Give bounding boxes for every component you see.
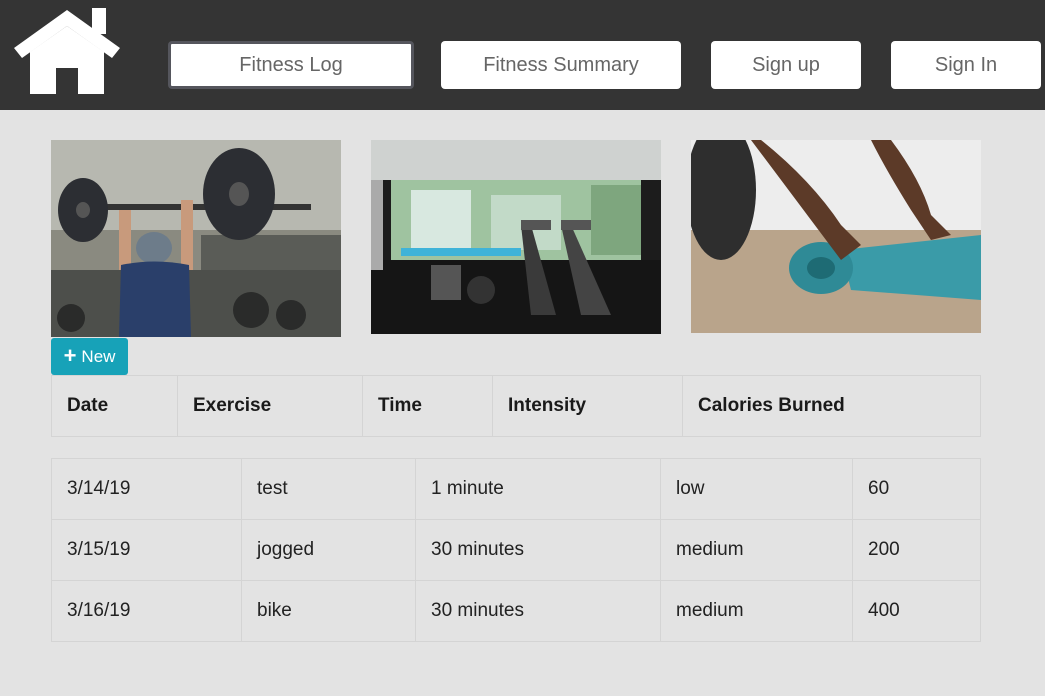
cell-time: 1 minute [415, 458, 661, 520]
new-entry-button[interactable]: + New [51, 338, 128, 375]
header-row: Date Exercise Time Intensity Calories Bu… [51, 375, 981, 437]
cell-intensity: medium [660, 580, 853, 642]
column-header-date: Date [51, 375, 178, 437]
column-header-exercise: Exercise [177, 375, 363, 437]
fitness-log-header-table: Date Exercise Time Intensity Calories Bu… [51, 375, 981, 437]
new-button-label: New [81, 346, 116, 366]
cell-intensity: low [660, 458, 853, 520]
plus-icon: + [63, 342, 77, 368]
cell-date: 3/14/19 [51, 458, 242, 520]
nav-fitness-summary-button[interactable]: Fitness Summary [441, 41, 681, 89]
nav-sign-up-button[interactable]: Sign up [711, 41, 861, 89]
column-header-calories-burned: Calories Burned [682, 375, 981, 437]
cell-time: 30 minutes [415, 519, 661, 581]
cell-exercise: jogged [241, 519, 416, 581]
cell-intensity: medium [660, 519, 853, 581]
table-row: 3/15/19 jogged 30 minutes medium 200 [51, 519, 981, 581]
column-header-time: Time [362, 375, 493, 437]
nav-sign-in-button[interactable]: Sign In [891, 41, 1041, 89]
cell-date: 3/15/19 [51, 519, 242, 581]
gym-treadmills-photo [371, 140, 661, 334]
home-icon[interactable] [10, 6, 124, 96]
table-row: 3/16/19 bike 30 minutes medium 400 [51, 580, 981, 642]
cell-calories: 200 [852, 519, 981, 581]
nav-fitness-log-button[interactable]: Fitness Log [168, 41, 414, 89]
top-navigation-bar: Fitness Log Fitness Summary Sign up Sign… [0, 0, 1045, 110]
cell-time: 30 minutes [415, 580, 661, 642]
cell-calories: 60 [852, 458, 981, 520]
fitness-log-table: 3/14/19 test 1 minute low 60 3/15/19 jog… [51, 458, 981, 642]
weightlifting-photo [51, 140, 341, 337]
cell-exercise: bike [241, 580, 416, 642]
yoga-mat-photo [691, 140, 981, 333]
cell-date: 3/16/19 [51, 580, 242, 642]
column-header-intensity: Intensity [492, 375, 683, 437]
table-row: 3/14/19 test 1 minute low 60 [51, 458, 981, 520]
cell-exercise: test [241, 458, 416, 520]
cell-calories: 400 [852, 580, 981, 642]
